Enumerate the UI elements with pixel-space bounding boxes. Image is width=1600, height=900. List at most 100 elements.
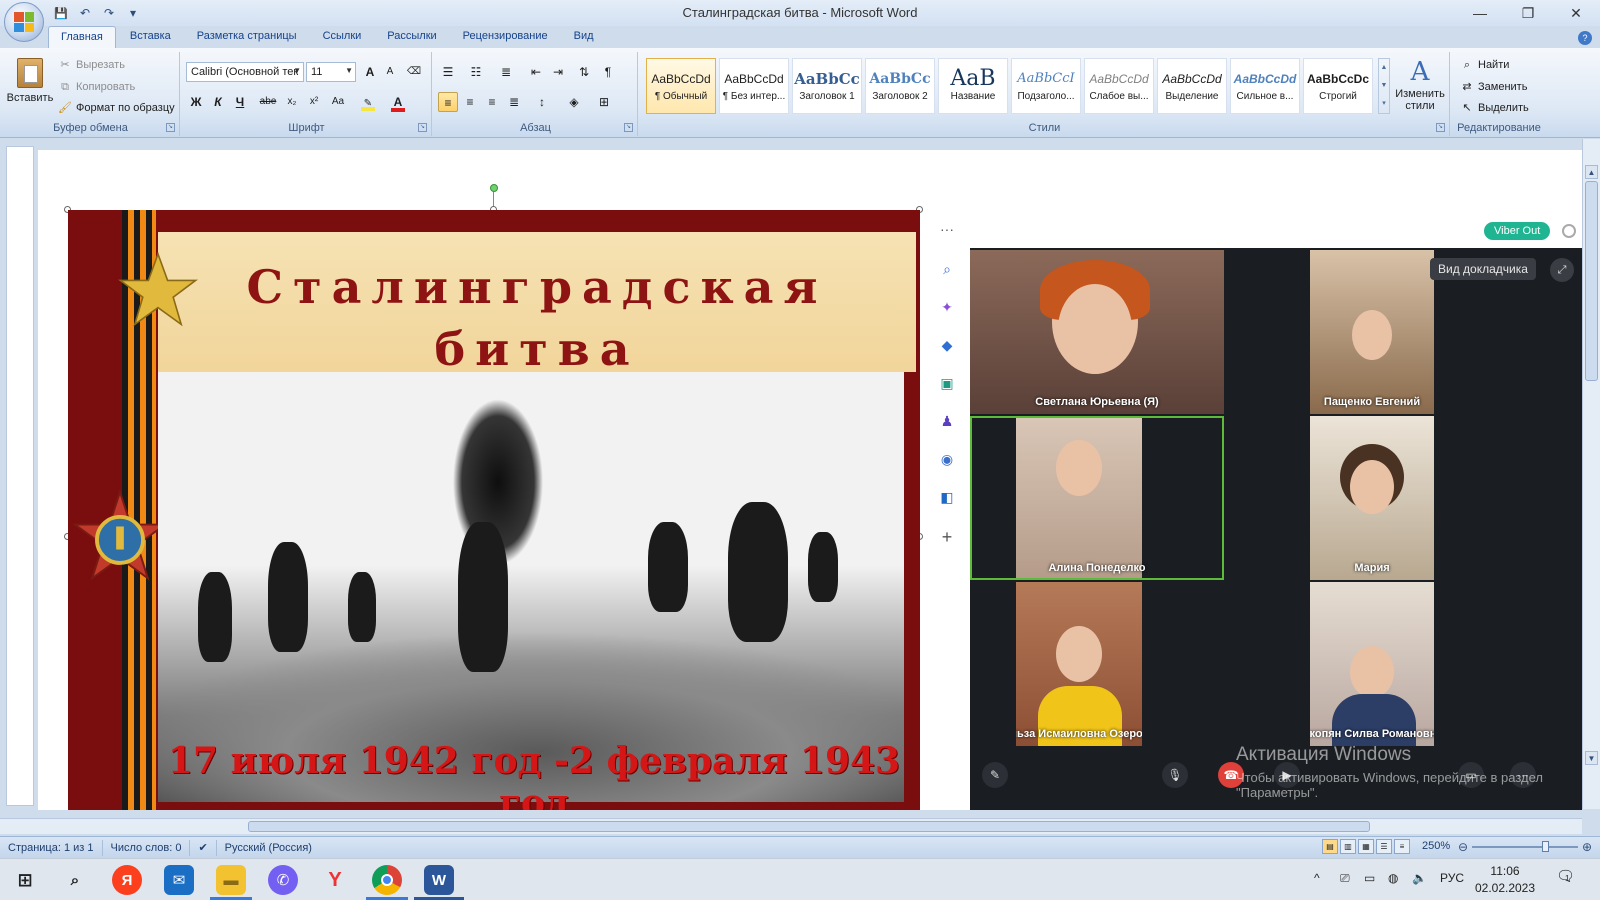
chevron-up-icon[interactable]: ^ bbox=[1314, 871, 1320, 885]
word-icon[interactable]: W bbox=[424, 865, 454, 895]
shading-button[interactable]: ◈ bbox=[564, 92, 584, 112]
participant-tile[interactable]: Акопян Силва Романовна bbox=[1310, 582, 1434, 746]
style-no-spacing[interactable]: AaBbCcDd ¶ Без интер... bbox=[719, 58, 789, 114]
viber-icon[interactable]: ✆ bbox=[268, 865, 298, 895]
change-case-button[interactable]: Aa bbox=[328, 92, 348, 112]
speaker-view-button[interactable]: Вид докладчика bbox=[1430, 258, 1536, 280]
highlight-button[interactable]: ✎ bbox=[358, 92, 378, 112]
yandex-browser-icon[interactable]: Y bbox=[320, 865, 350, 895]
style-heading-1[interactable]: AaBbCc Заголовок 1 bbox=[792, 58, 862, 114]
horizontal-scrollbar[interactable] bbox=[0, 818, 1582, 834]
close-button[interactable]: ✕ bbox=[1552, 0, 1600, 26]
paste-button[interactable]: Вставить bbox=[6, 54, 54, 104]
notifications-icon[interactable]: 🗨 1 bbox=[1556, 867, 1575, 885]
word-count[interactable]: Число слов: 0 bbox=[103, 839, 191, 856]
gear-icon[interactable] bbox=[1562, 224, 1576, 238]
participant-tile[interactable]: Пащенко Евгений bbox=[1310, 250, 1434, 414]
inserted-picture[interactable]: Сталинградская битва 17 июля 1942 год -2… bbox=[68, 210, 920, 810]
paragraph-launcher-icon[interactable]: ↘ bbox=[624, 123, 633, 132]
network-icon[interactable]: ◍ bbox=[1388, 871, 1398, 885]
more-icon[interactable]: ··· bbox=[936, 218, 958, 240]
rotation-handle[interactable] bbox=[490, 184, 498, 192]
vertical-scroll-thumb[interactable] bbox=[1585, 181, 1598, 381]
replace-button[interactable]: ⇄ Заменить bbox=[1460, 80, 1527, 94]
tag-icon[interactable]: ◆ bbox=[936, 334, 958, 356]
outline-icon[interactable]: ☰ bbox=[1376, 839, 1392, 854]
draft-icon[interactable]: ≡ bbox=[1394, 839, 1410, 854]
align-left-button[interactable]: ≡ bbox=[438, 92, 458, 112]
style-normal[interactable]: AaBbCcDd ¶ Обычный bbox=[646, 58, 716, 114]
font-launcher-icon[interactable]: ↘ bbox=[418, 123, 427, 132]
yandex-icon[interactable]: Я bbox=[112, 865, 142, 895]
windows-start-icon[interactable]: ⊞ bbox=[10, 865, 40, 895]
italic-button[interactable]: К bbox=[208, 92, 228, 112]
styles-scroll[interactable]: ▲ ▼ ▾ bbox=[1378, 58, 1390, 114]
clear-format-button[interactable]: ⌫ bbox=[404, 62, 424, 82]
outlook-icon[interactable]: ◧ bbox=[936, 486, 958, 508]
font-size-combo[interactable]: 11 ▼ bbox=[306, 62, 356, 82]
decrease-indent-button[interactable]: ⇤ bbox=[526, 62, 546, 82]
style-subtle-emphasis[interactable]: AaBbCcDd Слабое вы... bbox=[1084, 58, 1154, 114]
zoom-slider[interactable] bbox=[1472, 841, 1578, 852]
search-icon[interactable]: ⌕ bbox=[60, 865, 90, 895]
justify-button[interactable]: ≣ bbox=[504, 92, 524, 112]
shrink-font-button[interactable]: A bbox=[380, 62, 400, 82]
cut-button[interactable]: ✂ Вырезать bbox=[58, 58, 125, 72]
print-layout-icon[interactable]: ▤ bbox=[1322, 839, 1338, 854]
participant-tile[interactable]: Светлана Юрьевна (Я) bbox=[970, 250, 1224, 414]
style-emphasis[interactable]: AaBbCcDd Выделение bbox=[1157, 58, 1227, 114]
mail-icon[interactable]: ✉ bbox=[164, 865, 194, 895]
select-button[interactable]: ↖ Выделить bbox=[1460, 101, 1528, 115]
edit-icon[interactable]: ✎ bbox=[982, 762, 1008, 788]
subscript-button[interactable]: x₂ bbox=[282, 92, 302, 112]
restore-button[interactable]: ❐ bbox=[1504, 0, 1552, 26]
circle-icon[interactable]: ◉ bbox=[936, 448, 958, 470]
clipboard-launcher-icon[interactable]: ↘ bbox=[166, 123, 175, 132]
horizontal-scroll-thumb[interactable] bbox=[248, 821, 1370, 832]
font-family-combo[interactable]: Calibri (Основной тек ▼ bbox=[186, 62, 304, 82]
device-icon[interactable]: ⎚ bbox=[1340, 871, 1350, 886]
show-marks-button[interactable]: ¶ bbox=[598, 62, 618, 82]
chrome-icon[interactable] bbox=[372, 865, 402, 895]
tab-page-layout[interactable]: Разметка страницы bbox=[185, 26, 309, 48]
font-color-button[interactable]: A bbox=[388, 92, 408, 112]
tab-review[interactable]: Рецензирование bbox=[451, 26, 560, 48]
style-intense-emphasis[interactable]: AaBbCcDd Сильное в... bbox=[1230, 58, 1300, 114]
input-language[interactable]: РУС bbox=[1440, 871, 1464, 885]
superscript-button[interactable]: x² bbox=[304, 92, 324, 112]
vertical-scrollbar[interactable]: ▲ ▼ bbox=[1582, 139, 1600, 809]
format-painter-button[interactable]: 🖌 Формат по образцу bbox=[58, 101, 175, 115]
style-strong[interactable]: AaBbCcDc Строгий bbox=[1303, 58, 1373, 114]
full-screen-reading-icon[interactable]: ▥ bbox=[1340, 839, 1356, 854]
zoom-slider-knob[interactable] bbox=[1542, 841, 1549, 852]
language-indicator[interactable]: Русский (Россия) bbox=[217, 840, 320, 856]
underline-button[interactable]: Ч bbox=[230, 92, 250, 112]
zoom-in-icon[interactable]: ⊕ bbox=[1582, 840, 1592, 854]
copy-button[interactable]: ⧉ Копировать bbox=[58, 80, 135, 94]
style-subtitle[interactable]: AaBbCcI Подзаголо... bbox=[1011, 58, 1081, 114]
help-icon[interactable]: ? bbox=[1578, 31, 1592, 45]
office-button[interactable] bbox=[4, 2, 44, 42]
strikethrough-button[interactable]: abe bbox=[258, 92, 278, 112]
proofing-icon[interactable]: ✔ bbox=[190, 839, 217, 856]
tab-home[interactable]: Главная bbox=[48, 26, 116, 48]
briefcase-icon[interactable]: ▣ bbox=[936, 372, 958, 394]
zoom-out-icon[interactable]: ⊖ bbox=[1458, 840, 1468, 854]
sort-button[interactable]: ⇅ bbox=[574, 62, 594, 82]
web-layout-icon[interactable]: ▦ bbox=[1358, 839, 1374, 854]
bold-button[interactable]: Ж bbox=[186, 92, 206, 112]
multilevel-list-button[interactable]: ≣ bbox=[496, 62, 516, 82]
participant-tile[interactable]: Эльза Исмаиловна Озерова bbox=[1016, 582, 1142, 746]
battery-icon[interactable]: ▭ bbox=[1364, 871, 1375, 885]
change-styles-button[interactable]: A Изменить стили bbox=[1392, 56, 1448, 112]
find-button[interactable]: ⌕ Найти bbox=[1460, 58, 1509, 72]
style-title[interactable]: AaB Название bbox=[938, 58, 1008, 114]
clock[interactable]: 11:06 02.02.2023 bbox=[1470, 863, 1540, 897]
add-icon[interactable]: + bbox=[936, 526, 958, 548]
increase-indent-button[interactable]: ⇥ bbox=[548, 62, 568, 82]
page-count[interactable]: Страница: 1 из 1 bbox=[0, 839, 103, 856]
scroll-down-icon[interactable]: ▼ bbox=[1585, 751, 1598, 765]
bullets-button[interactable]: ☰ bbox=[438, 62, 458, 82]
people-icon[interactable]: ♟ bbox=[936, 410, 958, 432]
expand-icon[interactable]: ⤢ bbox=[1550, 258, 1574, 282]
